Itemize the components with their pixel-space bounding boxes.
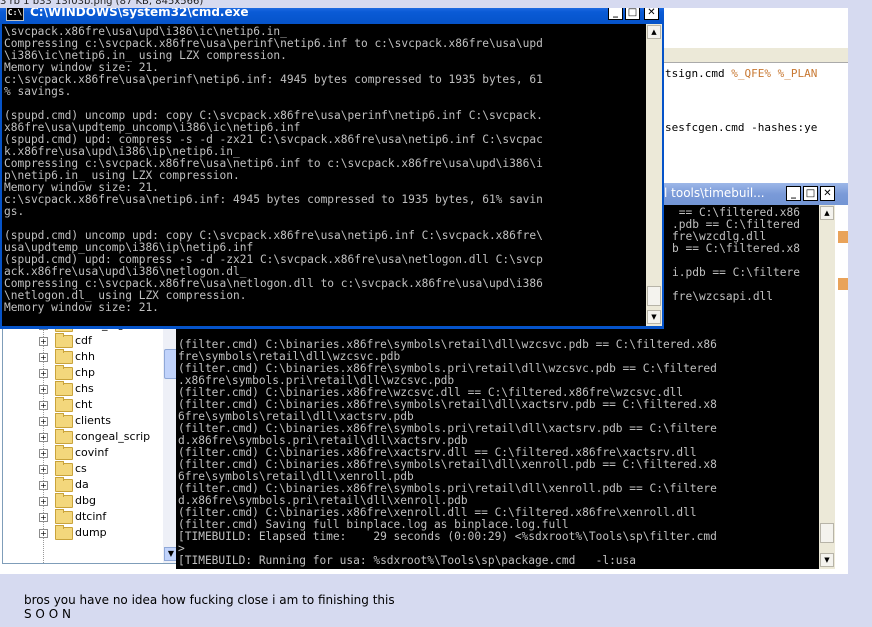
maximize-button[interactable]: □ xyxy=(625,8,640,20)
tree-item[interactable]: + da xyxy=(3,477,153,493)
console-line: c:\svcpack.x86fre\usa\netip6.inf: 4945 b… xyxy=(4,193,543,206)
folder-icon xyxy=(55,397,73,412)
close-button[interactable]: ✕ xyxy=(644,8,659,20)
expand-icon[interactable]: + xyxy=(39,465,48,474)
tree-item-label: cs xyxy=(75,462,87,475)
back-console-scrollbar[interactable]: ▲ ▼ xyxy=(819,205,835,569)
editor-marker xyxy=(838,278,848,290)
console-line: Memory window size: 21. xyxy=(4,301,159,314)
editor-line: sesfcgen.cmd -hashes:ye xyxy=(665,121,818,134)
tree-item-label: chp xyxy=(75,366,96,379)
folder-icon xyxy=(55,525,73,540)
tree-item-label: dump xyxy=(75,526,107,539)
front-scroll-thumb[interactable] xyxy=(647,286,661,306)
expand-icon[interactable]: + xyxy=(39,337,48,346)
chevron-up-icon[interactable]: ▲ xyxy=(647,25,661,39)
front-console-output: \svcpack.x86fre\usa\upd\i386\ic\netip6.i… xyxy=(0,24,648,326)
console-line: gs. xyxy=(4,205,25,218)
close-button[interactable]: ✕ xyxy=(820,186,835,201)
tree-item-label: cdf xyxy=(75,334,92,347)
minimize-button[interactable]: _ xyxy=(786,186,801,201)
tree-item[interactable]: + chs xyxy=(3,381,153,397)
expand-icon[interactable]: + xyxy=(39,385,48,394)
expand-icon[interactable]: + xyxy=(39,433,48,442)
front-console-scrollbar[interactable]: ▲ ▼ xyxy=(646,24,664,326)
front-window-titlebar[interactable]: C:\ C:\WINDOWS\system32\cmd.exe _ □ ✕ xyxy=(0,8,664,24)
tree-item[interactable]: + chp xyxy=(3,365,153,381)
expand-icon[interactable]: + xyxy=(39,497,48,506)
console-line: [TIMEBUILD: Elapsed time: 29 seconds (0:… xyxy=(178,530,717,543)
chevron-down-icon[interactable]: ▼ xyxy=(647,310,661,324)
folder-icon xyxy=(55,381,73,396)
minimize-button[interactable]: _ xyxy=(608,8,623,20)
console-line: [TIMEBUILD: Running for usa: %sdxroot%\T… xyxy=(178,554,637,567)
expand-icon[interactable]: + xyxy=(39,353,48,362)
maximize-button[interactable]: □ xyxy=(803,186,818,201)
tree-item-label: covinf xyxy=(75,446,109,459)
folder-icon xyxy=(55,349,73,364)
tree-item[interactable]: + dtcinf xyxy=(3,509,153,525)
folder-icon xyxy=(55,477,73,492)
console-line: c:\svcpack.x86fre\usa\perinf\netip6.inf:… xyxy=(4,73,543,86)
tree-item[interactable]: + cdf xyxy=(3,333,153,349)
tree-item-label: chs xyxy=(75,382,94,395)
back-console-top-fragment: == C:\filtered.x86 .pdb == C:\filtered f… xyxy=(672,206,800,303)
folder-icon xyxy=(55,333,73,348)
cmd-icon: C:\ xyxy=(6,8,24,21)
tree-item[interactable]: + congeal_scrip xyxy=(3,429,153,445)
tree-item-label: dbg xyxy=(75,494,96,507)
post-comment: bros you have no idea how fucking close … xyxy=(24,593,395,621)
tree-item[interactable]: + dump xyxy=(3,525,153,541)
tree-item[interactable]: + chh xyxy=(3,349,153,365)
tree-item-label: cht xyxy=(75,398,93,411)
folder-icon xyxy=(55,429,73,444)
background-editor-window: tsign.cmd %_QFE% %_PLAN sesfcgen.cmd -ha… xyxy=(660,48,848,188)
expand-icon[interactable]: + xyxy=(39,449,48,458)
expand-icon[interactable]: + xyxy=(39,369,48,378)
front-window-bottom-border xyxy=(0,326,664,329)
console-line: % savings. xyxy=(4,85,72,98)
comment-line: S O O N xyxy=(24,607,71,621)
tree-item[interactable]: + cht xyxy=(3,397,153,413)
tree-item-label: clients xyxy=(75,414,111,427)
folder-icon xyxy=(55,493,73,508)
folder-icon xyxy=(55,461,73,476)
tree-item[interactable]: + cs xyxy=(3,461,153,477)
tree-item-label: dtcinf xyxy=(75,510,107,523)
editor-marker xyxy=(838,231,848,243)
editor-toolbar xyxy=(661,48,848,63)
folder-icon xyxy=(55,365,73,380)
chevron-up-icon[interactable]: ▲ xyxy=(820,206,834,220)
tree-item[interactable]: + covinf xyxy=(3,445,153,461)
folder-icon xyxy=(55,509,73,524)
expand-icon[interactable]: + xyxy=(39,513,48,522)
filename-header: 3 rb 1 b33 13f03b.png (87 KB, 845x566) xyxy=(0,0,204,7)
back-window-titlebar[interactable]: l tools\timebuil... _ □ ✕ xyxy=(650,183,848,205)
tree-item[interactable]: + clients xyxy=(3,413,153,429)
expand-icon[interactable]: + xyxy=(39,401,48,410)
back-window-title: l tools\timebuil... xyxy=(664,186,765,200)
tree-item[interactable]: + dbg xyxy=(3,493,153,509)
expand-icon[interactable]: + xyxy=(39,529,48,538)
folder-icon xyxy=(55,413,73,428)
posted-screenshot: tsign.cmd %_QFE% %_PLAN sesfcgen.cmd -ha… xyxy=(0,8,848,574)
back-scroll-thumb[interactable] xyxy=(820,523,834,543)
expand-icon[interactable]: + xyxy=(39,417,48,426)
front-window-title: C:\WINDOWS\system32\cmd.exe xyxy=(30,8,249,19)
comment-line: bros you have no idea how fucking close … xyxy=(24,593,395,607)
expand-icon[interactable]: + xyxy=(39,481,48,490)
tree-item-label: da xyxy=(75,478,89,491)
editor-line: tsign.cmd %_QFE% %_PLAN xyxy=(665,67,818,80)
folder-icon xyxy=(55,445,73,460)
chevron-down-icon[interactable]: ▼ xyxy=(820,553,834,567)
tree-item-label: chh xyxy=(75,350,95,363)
tree-item-label: congeal_scrip xyxy=(75,430,151,443)
folder-tree-pane[interactable]: +build_logs+cdf+chh+chp+chs+cht+clients+… xyxy=(2,326,180,564)
